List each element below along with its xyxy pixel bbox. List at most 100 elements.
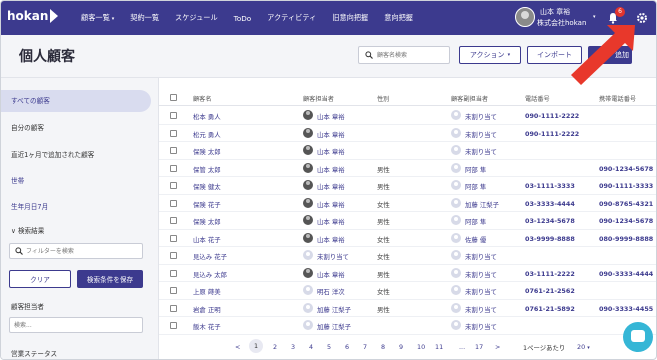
column-header-sub-owner[interactable]: 顧客副担当者 [451, 94, 488, 103]
mobile-link[interactable]: 090-8765-4321 [599, 200, 653, 208]
row-checkbox[interactable] [170, 252, 177, 259]
customer-name-link[interactable]: 松本 勇人 [193, 112, 221, 121]
customer-name-link[interactable]: 保険 花子 [193, 200, 221, 209]
column-header-phone[interactable]: 電話番号 [525, 94, 550, 103]
nav-customers[interactable]: 顧客一覧 ▾ [73, 13, 122, 23]
page-last[interactable]: 17 [475, 343, 483, 351]
sidebar-item-recent-customers[interactable]: 直近1ヶ月で追加された顧客 [1, 144, 151, 166]
table-row[interactable]: 飯木 花子 加藤 江梨子 未割り当て [159, 317, 656, 335]
customer-search-box[interactable] [358, 46, 450, 64]
row-checkbox[interactable] [170, 199, 177, 207]
save-search-button[interactable]: 検索条件を保存 [77, 270, 143, 288]
per-page-select[interactable]: 20 ▾ [577, 343, 590, 351]
mobile-link[interactable]: 090-1111-3333 [599, 182, 653, 190]
add-customer-button[interactable]: 追加 [588, 46, 632, 64]
customer-name-link[interactable]: 保険 太郎 [193, 217, 221, 226]
table-row[interactable]: 見込み 花子 未割り当て 女性 未割り当て [159, 247, 656, 265]
filter-search-box[interactable] [9, 243, 143, 259]
customer-name-link[interactable]: 見込み 花子 [193, 252, 227, 261]
sidebar-item-my-customers[interactable]: 自分の顧客 [1, 117, 151, 139]
table-row[interactable]: 山本 花子 山本 章裕 女性 佐藤 優 03-9999-8888 080-9999-888… [159, 230, 656, 247]
customer-name-link[interactable]: 松元 勇人 [193, 130, 221, 139]
row-checkbox[interactable] [170, 164, 177, 172]
owner-filter-input[interactable] [14, 320, 134, 330]
table-row[interactable]: 保管 太郎 山本 章裕 男性 阿部 隼 090-1234-5678 [159, 160, 656, 177]
row-checkbox[interactable] [170, 304, 177, 312]
customer-name-link[interactable]: 岩倉 正明 [193, 305, 221, 314]
nav-activity[interactable]: アクティビティ [259, 13, 324, 23]
customer-name-link[interactable]: 保険 太郎 [193, 147, 221, 156]
customer-name-link[interactable]: 保管 太郎 [193, 165, 221, 174]
row-checkbox[interactable] [170, 147, 177, 154]
nav-old-intent[interactable]: 旧意向把握 [324, 13, 376, 23]
nav-intent[interactable]: 意向把握 [376, 13, 421, 23]
filter-search-input[interactable] [26, 246, 136, 256]
phone-link[interactable]: 03-1234-5678 [525, 217, 575, 225]
row-checkbox[interactable] [170, 234, 177, 242]
page-number[interactable]: 8 [381, 343, 385, 351]
table-row[interactable]: 松本 勇人 山本 章裕 未割り当て 090-1111-2222 [159, 107, 656, 125]
nav-contracts[interactable]: 契約一覧 [122, 13, 167, 23]
page-number[interactable]: 7 [363, 343, 367, 351]
phone-link[interactable]: 090-1111-2222 [525, 112, 579, 120]
page-number[interactable]: 2 [273, 343, 277, 351]
customer-name-link[interactable]: 保険 健太 [193, 182, 221, 191]
action-button[interactable]: アクション ▾ [459, 46, 521, 64]
page-current[interactable]: 1 [249, 339, 263, 353]
page-number[interactable]: 10 [417, 343, 425, 351]
phone-link[interactable]: 0761-21-5892 [525, 305, 575, 313]
import-button[interactable]: インポート [527, 46, 582, 64]
phone-link[interactable]: 03-1111-3333 [525, 182, 575, 190]
phone-link[interactable]: 090-1111-2222 [525, 130, 579, 138]
customer-name-link[interactable]: 山本 花子 [193, 235, 221, 244]
hokan-logo[interactable]: hokan [7, 9, 59, 23]
phone-link[interactable]: 03-9999-8888 [525, 235, 575, 243]
mobile-link[interactable]: 080-9999-8888 [599, 235, 653, 243]
sidebar-item-birthday-july[interactable]: 生年月日7月 [1, 196, 151, 218]
row-checkbox[interactable] [170, 129, 177, 137]
mobile-link[interactable]: 090-3333-4455 [599, 305, 653, 313]
column-header-gender[interactable]: 性別 [377, 94, 389, 103]
next-page-button[interactable]: > [495, 343, 500, 351]
table-row[interactable]: 保険 太郎 山本 章裕 男性 阿部 隼 03-1234-5678 090-1234-567… [159, 212, 656, 230]
mobile-link[interactable]: 090-1234-5678 [599, 165, 653, 173]
customer-search-input[interactable] [377, 49, 447, 61]
gear-icon[interactable] [636, 12, 648, 24]
chat-support-button[interactable] [623, 322, 653, 352]
row-checkbox[interactable] [170, 217, 177, 224]
select-all-checkbox[interactable] [170, 94, 177, 101]
table-row[interactable]: 上原 蒔美 明石 洋次 女性 未割り当て 0761-21-2562 [159, 282, 656, 300]
nav-todo[interactable]: ToDo [226, 14, 260, 23]
mobile-link[interactable]: 090-1234-5678 [599, 217, 653, 225]
row-checkbox[interactable] [170, 287, 177, 294]
clear-button[interactable]: クリア [9, 270, 71, 288]
phone-link[interactable]: 03-1111-2222 [525, 270, 575, 278]
table-row[interactable]: 岩倉 正明 加藤 江梨子 男性 未割り当て 0761-21-5892 090-3333-4… [159, 300, 656, 317]
row-checkbox[interactable] [170, 322, 177, 329]
owner-filter-box[interactable] [9, 317, 143, 333]
customer-name-link[interactable]: 見込み 太郎 [193, 270, 227, 279]
nav-schedule[interactable]: スケジュール [167, 13, 226, 23]
table-row[interactable]: 見込み 太郎 山本 章裕 男性 未割り当て 03-1111-2222 090-3333-4… [159, 265, 656, 282]
filter-heading[interactable]: ∨ 検索結果 [11, 225, 44, 235]
column-header-name[interactable]: 顧客名 [193, 94, 212, 103]
page-number[interactable]: 5 [327, 343, 331, 351]
customer-name-link[interactable]: 上原 蒔美 [193, 287, 221, 296]
page-number[interactable]: 11 [435, 343, 443, 351]
customer-name-link[interactable]: 飯木 花子 [193, 322, 221, 331]
prev-page-button[interactable]: < [235, 343, 240, 351]
sidebar-item-households[interactable]: 世帯 [1, 170, 151, 192]
table-row[interactable]: 松元 勇人 山本 章裕 未割り当て 090-1111-2222 [159, 125, 656, 142]
row-checkbox[interactable] [170, 269, 177, 277]
page-number[interactable]: 6 [345, 343, 349, 351]
sidebar-item-all-customers[interactable]: すべての顧客 [1, 90, 151, 112]
page-number[interactable]: 9 [399, 343, 403, 351]
row-checkbox[interactable] [170, 182, 177, 189]
column-header-owner[interactable]: 顧客担当者 [303, 94, 334, 103]
row-checkbox[interactable] [170, 112, 177, 119]
column-header-mobile[interactable]: 携帯電話番号 [599, 94, 636, 103]
mobile-link[interactable]: 090-3333-4444 [599, 270, 653, 278]
page-number[interactable]: 3 [291, 343, 295, 351]
page-number[interactable]: 4 [309, 343, 313, 351]
table-row[interactable]: 保険 花子 山本 章裕 女性 加藤 江梨子 03-3333-4444 090-8765-4… [159, 195, 656, 212]
